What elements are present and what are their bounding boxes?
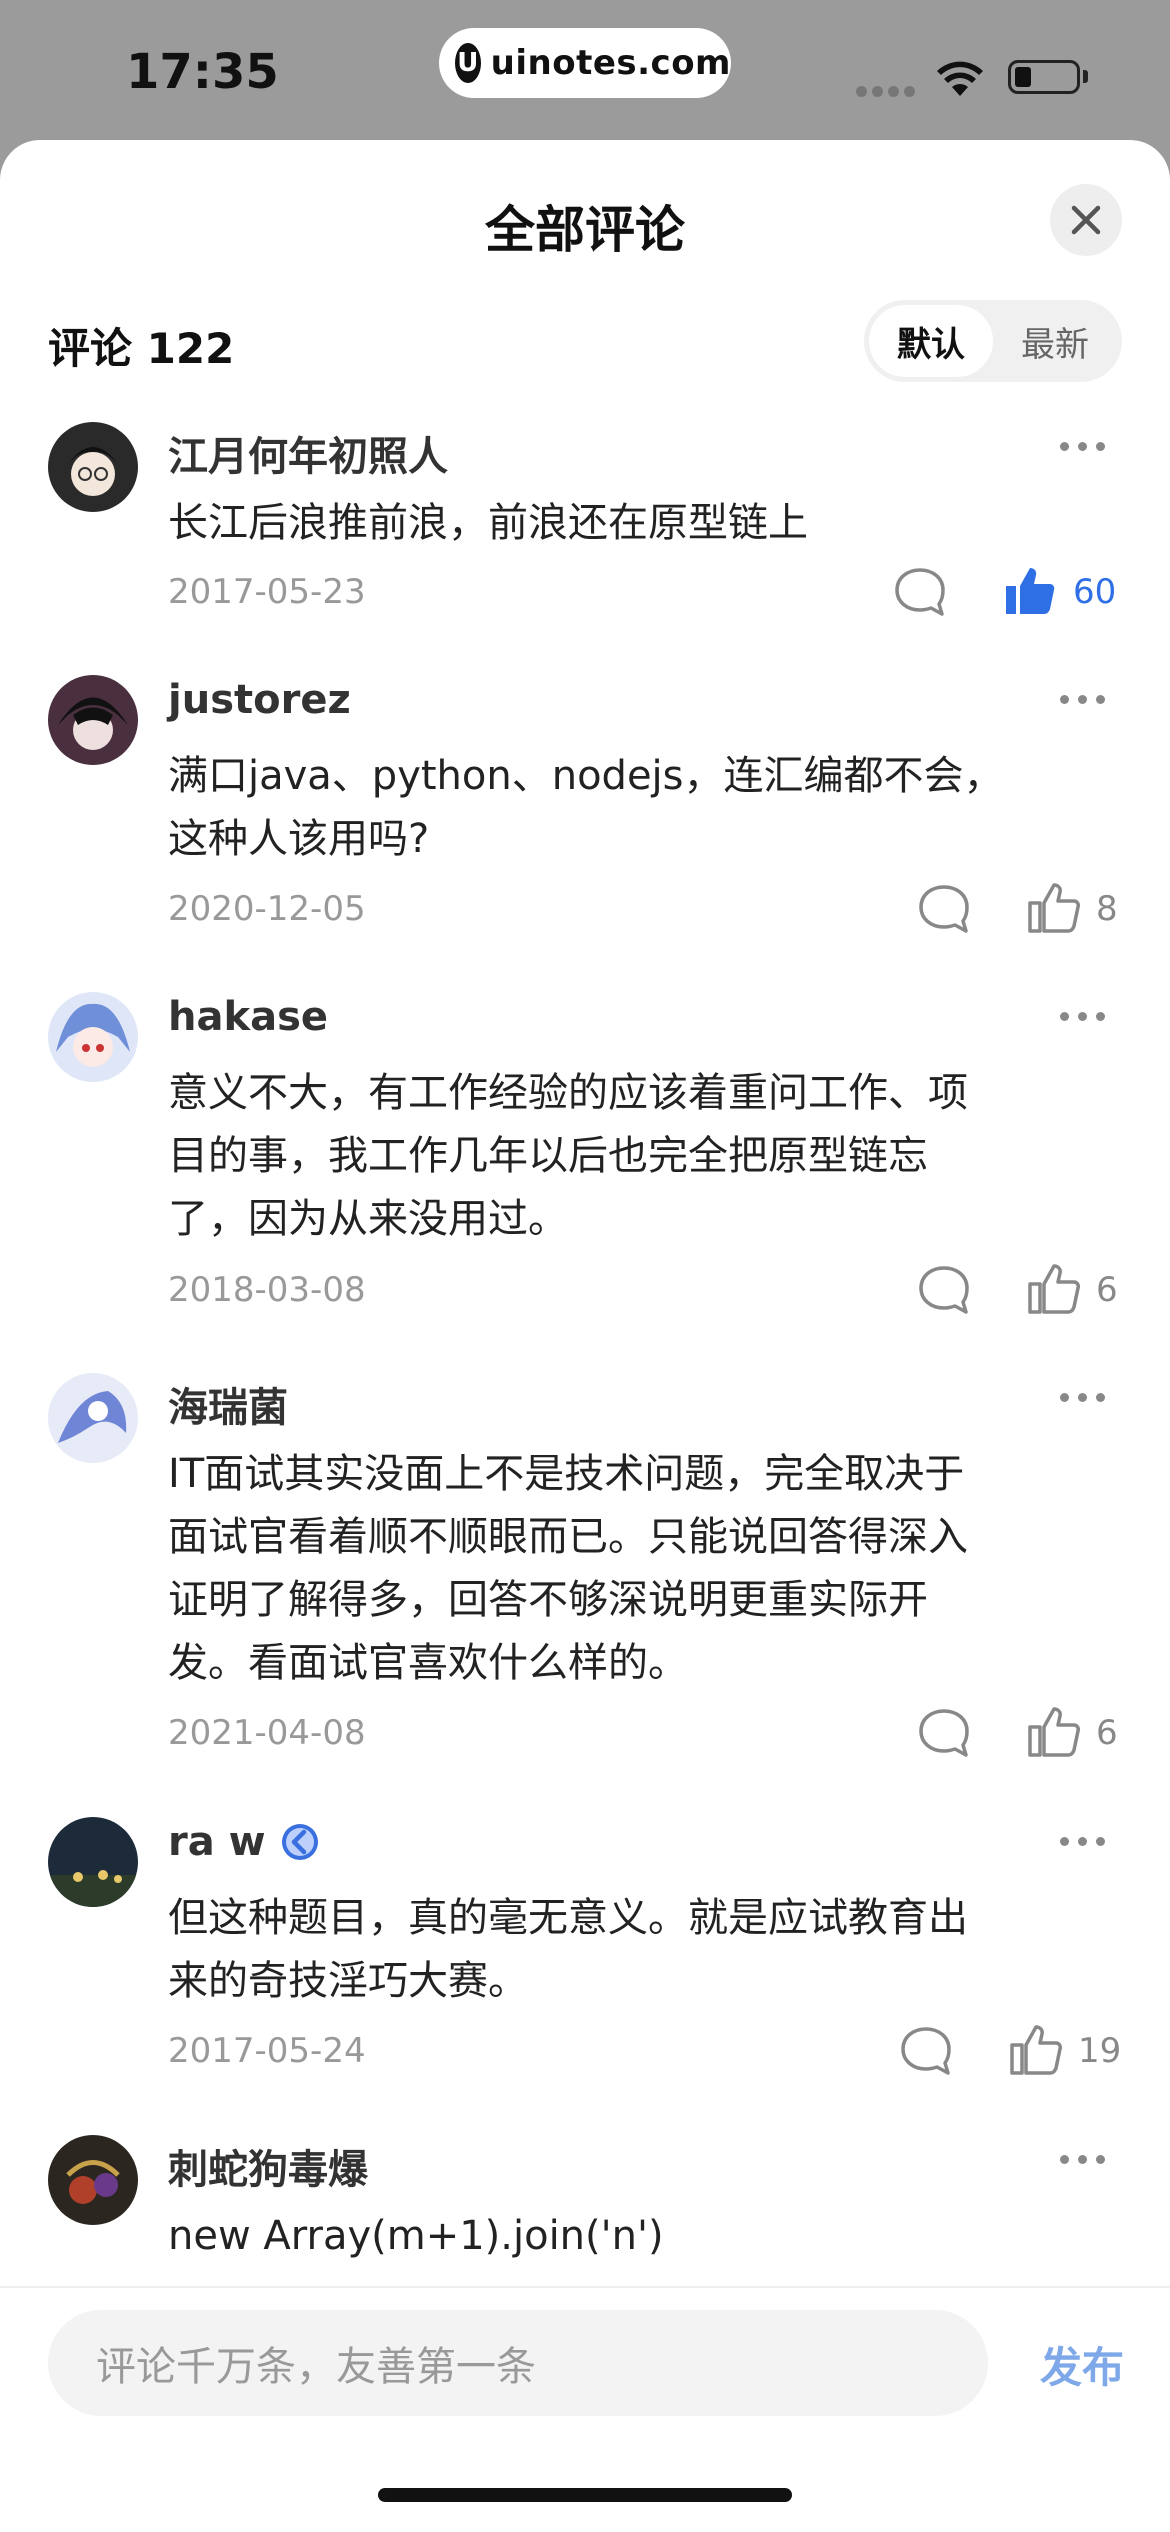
- comment-author[interactable]: ra w: [168, 1819, 320, 1865]
- more-options-icon[interactable]: [1060, 442, 1114, 451]
- like-count: 6: [1096, 1713, 1118, 1753]
- like-count: 8: [1096, 889, 1118, 929]
- like-count: 60: [1073, 572, 1117, 612]
- status-bar: 17:35 U uinotes.com: [0, 0, 1170, 140]
- comment-date: 2017-05-24: [168, 2031, 366, 2071]
- sheet-title: 全部评论: [485, 201, 685, 259]
- comment-text: 意义不大，有工作经验的应该着重问工作、项 目的事，我工作几年以后也完全把原型链忘…: [168, 1062, 1098, 1251]
- comment-line: 了，因为从来没用过。: [168, 1196, 568, 1242]
- comments-sheet: 全部评论 评论 122 默认 最新 江月何年初照人 长江后浪推前浪，前浪还在原型…: [0, 140, 1170, 2532]
- comment-input[interactable]: 评论千万条，友善第一条: [48, 2310, 988, 2416]
- comment-line: 意义不大，有工作经验的应该着重问工作、项: [168, 1070, 968, 1116]
- avatar[interactable]: [48, 2135, 138, 2225]
- comment-line: 来的奇技淫巧大赛。: [168, 1958, 528, 2004]
- home-indicator: [378, 2488, 792, 2502]
- comment-author[interactable]: 刺蛇狗毒爆: [168, 2137, 368, 2195]
- close-icon: [1071, 205, 1101, 235]
- url-pill[interactable]: U uinotes.com: [439, 28, 731, 98]
- avatar[interactable]: [48, 992, 138, 1082]
- comment-author[interactable]: justorez: [168, 677, 351, 723]
- comment-date: 2017-05-23: [168, 572, 366, 612]
- more-options-icon[interactable]: [1060, 1012, 1114, 1021]
- comment-date: 2018-03-08: [168, 1270, 366, 1310]
- comment-text: 满口java、python、nodejs，连汇编都不会， 这种人该用吗?: [168, 745, 1098, 871]
- comment-date: 2020-12-05: [168, 889, 366, 929]
- battery-icon: [1008, 60, 1080, 94]
- reply-icon[interactable]: [916, 881, 972, 937]
- thumbs-up-icon[interactable]: [1002, 562, 1058, 618]
- comment-author[interactable]: 海瑞菌: [168, 1375, 288, 1433]
- thumbs-up-icon[interactable]: [1026, 1703, 1082, 1759]
- verified-badge-icon: [281, 1824, 318, 1860]
- comment-text: 但这种题目，真的毫无意义。就是应试教育出 来的奇技淫巧大赛。: [168, 1887, 1098, 2013]
- comment-text: 长江后浪推前浪，前浪还在原型链上: [168, 492, 1098, 555]
- thumbs-up-icon[interactable]: [1026, 879, 1082, 935]
- wifi-icon: [937, 61, 983, 96]
- status-time: 17:35: [126, 44, 279, 100]
- like-count: 19: [1078, 2031, 1122, 2071]
- more-options-icon[interactable]: [1060, 1837, 1114, 1846]
- avatar[interactable]: [48, 1373, 138, 1463]
- more-options-icon[interactable]: [1060, 695, 1114, 704]
- comment-line: 目的事，我工作几年以后也完全把原型链忘: [168, 1133, 928, 1179]
- comment-line: 这种人该用吗?: [168, 816, 430, 862]
- avatar[interactable]: [48, 1817, 138, 1907]
- comment-author[interactable]: 江月何年初照人: [168, 424, 448, 482]
- comment-line: IT面试其实没面上不是技术问题，完全取决于: [168, 1451, 965, 1497]
- reply-icon[interactable]: [898, 2023, 954, 2079]
- comment-line: 面试官看着顺不顺眼而已。只能说回答得深入: [168, 1514, 968, 1560]
- comment-author[interactable]: hakase: [168, 994, 328, 1040]
- publish-button[interactable]: 发布: [1040, 2334, 1124, 2395]
- avatar[interactable]: [48, 422, 138, 512]
- more-options-icon[interactable]: [1060, 1393, 1114, 1402]
- comment-line: 长江后浪推前浪，前浪还在原型链上: [168, 500, 808, 546]
- thumbs-up-icon[interactable]: [1008, 2021, 1064, 2077]
- comment-text: IT面试其实没面上不是技术问题，完全取决于 面试官看着顺不顺眼而已。只能说回答得…: [168, 1443, 1098, 1695]
- comment-line: 满口java、python、nodejs，连汇编都不会，: [168, 753, 1004, 799]
- url-text: uinotes.com: [490, 43, 731, 83]
- comment-line: 但这种题目，真的毫无意义。就是应试教育出: [168, 1895, 968, 1941]
- reply-icon[interactable]: [892, 564, 948, 620]
- site-logo-icon: U: [455, 43, 481, 83]
- comment-text: new Array(m+1).join('n'): [168, 2205, 1098, 2268]
- sort-toggle: 默认 最新: [864, 300, 1122, 382]
- reply-icon[interactable]: [916, 1262, 972, 1318]
- like-count: 6: [1096, 1270, 1118, 1310]
- cellular-signal-icon: [856, 82, 920, 101]
- comment-line: 发。看面试官喜欢什么样的。: [168, 1640, 688, 1686]
- reply-icon[interactable]: [916, 1705, 972, 1761]
- avatar[interactable]: [48, 675, 138, 765]
- battery-tip: [1083, 70, 1088, 83]
- thumbs-up-icon[interactable]: [1026, 1260, 1082, 1316]
- comment-line: 证明了解得多，回答不够深说明更重实际开: [168, 1577, 928, 1623]
- comment-line: new Array(m+1).join('n'): [168, 2213, 664, 2259]
- sort-latest-option[interactable]: 最新: [993, 305, 1117, 377]
- sort-default-option[interactable]: 默认: [869, 305, 993, 377]
- close-button[interactable]: [1050, 184, 1122, 256]
- author-name: ra w: [168, 1819, 266, 1865]
- comment-count: 评论 122: [48, 324, 235, 373]
- more-options-icon[interactable]: [1060, 2155, 1114, 2164]
- comment-date: 2021-04-08: [168, 1713, 366, 1753]
